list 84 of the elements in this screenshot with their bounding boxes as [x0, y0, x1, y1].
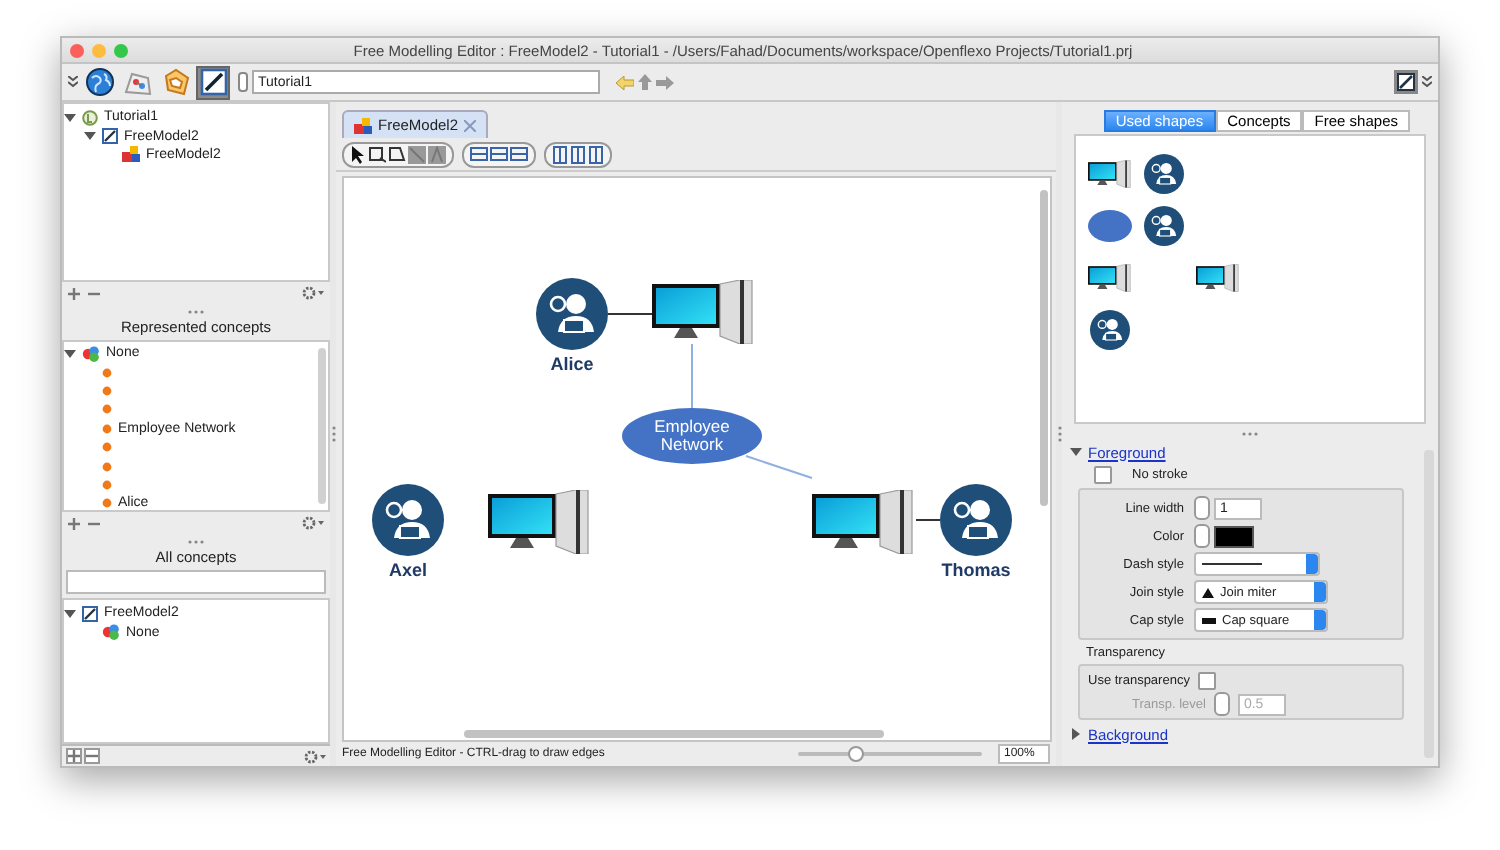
- expand-arrow-icon[interactable]: [1070, 728, 1082, 740]
- add-icon[interactable]: [68, 287, 80, 299]
- remove-icon[interactable]: [88, 287, 100, 299]
- concept-node[interactable]: Employee Network: [622, 408, 762, 464]
- diagram-model-icon: [82, 605, 98, 622]
- bullet-icon: [102, 385, 112, 396]
- person-icon: [1144, 206, 1184, 246]
- diagram-edit-icon: [199, 68, 227, 96]
- collapse-arrow-icon[interactable]: [64, 607, 76, 620]
- settings-icon[interactable]: [302, 516, 324, 530]
- collapse-arrow-icon[interactable]: [1070, 446, 1082, 458]
- align-icon[interactable]: [510, 146, 528, 162]
- checkbox[interactable]: [1094, 465, 1112, 483]
- checkbox[interactable]: [1197, 671, 1216, 689]
- computer-icon: [488, 490, 592, 554]
- concept-icon: [82, 345, 100, 362]
- close-icon[interactable]: [464, 119, 477, 131]
- select-shape-icon[interactable]: [368, 145, 386, 163]
- concept-icon: [102, 624, 120, 641]
- add-icon[interactable]: [68, 517, 80, 529]
- chevron-icon[interactable]: [1422, 76, 1432, 88]
- module-button[interactable]: [82, 65, 116, 99]
- person-label: Axel: [388, 560, 427, 580]
- forward-arrow-icon[interactable]: [656, 75, 674, 89]
- bar-icon: [1202, 617, 1216, 623]
- remove-icon[interactable]: [88, 517, 100, 529]
- diagram-icon: [354, 117, 372, 133]
- person-label: Alice: [550, 354, 594, 374]
- shield-icon: [161, 68, 189, 96]
- bullet-icon: [102, 423, 112, 434]
- search-field[interactable]: [66, 570, 326, 594]
- computer-icon: [1088, 160, 1132, 188]
- bullet-icon: [102, 404, 112, 415]
- bullet-icon: [102, 498, 112, 509]
- slider-thumb[interactable]: [847, 746, 864, 762]
- location-menu-button[interactable]: [238, 72, 248, 92]
- solid-line-icon: [1202, 562, 1262, 566]
- module-button[interactable]: [196, 65, 230, 99]
- person-icon: [1090, 310, 1130, 350]
- globe-icon: [85, 68, 113, 96]
- connector-line[interactable]: [915, 519, 941, 521]
- dash-style-dropdown[interactable]: [1194, 552, 1320, 576]
- ellipse-icon: [1088, 210, 1132, 242]
- pointer-icon[interactable]: [350, 145, 366, 163]
- close-button[interactable]: [70, 43, 84, 57]
- select-shape-icon[interactable]: [388, 145, 406, 163]
- bullet-icon: [102, 442, 112, 453]
- person-icon: [940, 484, 1012, 556]
- diagram-icon: [122, 146, 140, 163]
- align-icon[interactable]: [552, 145, 568, 163]
- computer-icon: [652, 280, 756, 344]
- person-icon: [1144, 154, 1184, 194]
- stepper-control[interactable]: [1194, 496, 1210, 520]
- align-icon[interactable]: [588, 145, 604, 163]
- bullet-icon: [102, 367, 112, 378]
- layout-toggle-icon[interactable]: [1394, 70, 1418, 94]
- align-icon[interactable]: [470, 146, 488, 162]
- chevron-icon[interactable]: [68, 76, 78, 88]
- computer-icon: [812, 490, 916, 554]
- computer-icon: [1088, 264, 1132, 292]
- align-icon[interactable]: [570, 145, 586, 163]
- settings-icon[interactable]: [304, 749, 326, 763]
- text-tool-icon[interactable]: [428, 145, 446, 163]
- computer-icon: [1196, 264, 1240, 292]
- bullet-icon: [102, 461, 112, 472]
- diagram-model-icon: [102, 128, 118, 145]
- up-arrow-icon[interactable]: [638, 74, 652, 90]
- collapse-arrow-icon[interactable]: [84, 130, 96, 143]
- triangle-icon: [1202, 587, 1214, 597]
- stepper-control[interactable]: [1213, 692, 1230, 716]
- person-label: Thomas: [941, 560, 1011, 580]
- bullet-icon: [102, 479, 112, 490]
- person-icon: [536, 278, 608, 350]
- collapse-arrow-icon[interactable]: [64, 347, 76, 360]
- align-icon[interactable]: [490, 146, 508, 162]
- color-picker-button[interactable]: [1194, 524, 1210, 548]
- collapse-arrow-icon[interactable]: [64, 111, 76, 124]
- line-tool-icon[interactable]: [408, 145, 426, 163]
- settings-icon[interactable]: [302, 286, 324, 300]
- back-arrow-icon[interactable]: [616, 75, 634, 89]
- color-swatch[interactable]: [1214, 525, 1254, 547]
- project-icon: [82, 109, 98, 126]
- person-icon: [372, 484, 444, 556]
- scrollbar[interactable]: [318, 348, 326, 504]
